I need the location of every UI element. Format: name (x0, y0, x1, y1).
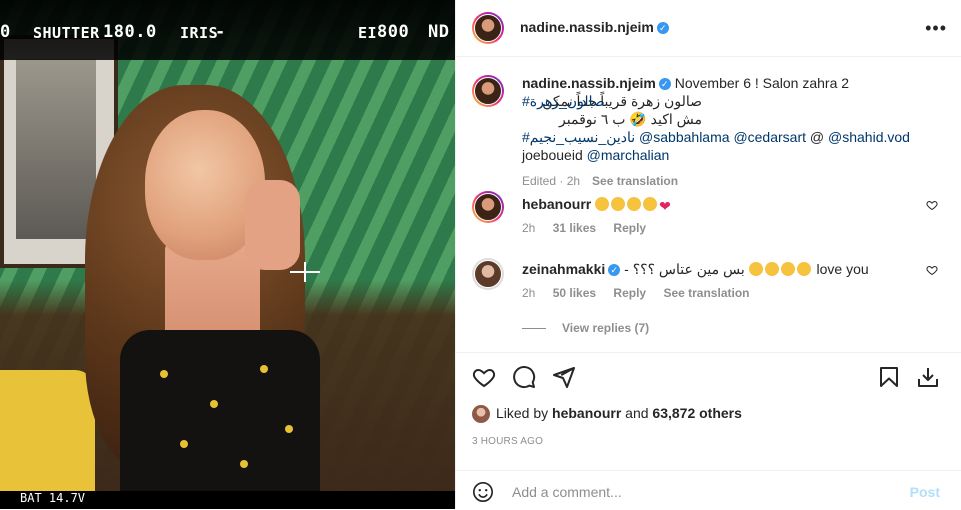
author-avatar[interactable] (472, 12, 504, 44)
hud-left-fragment: 0 (0, 22, 11, 42)
red-heart-emoji-icon: ❤ (659, 198, 671, 214)
hud-shutter-label: SHUTTER (33, 24, 100, 42)
mention-sabbahlama[interactable]: @sabbahlama (639, 129, 730, 145)
caption-lead: November 6 ! Salon zahra 2 (674, 75, 850, 91)
liker-avatar[interactable] (472, 405, 490, 424)
hud-iris-label: IRIS (180, 24, 219, 42)
caption-author-username[interactable]: nadine.nassib.njeim (522, 75, 656, 91)
floral-dress (120, 330, 320, 509)
comment-likes[interactable]: 50 likes (553, 286, 596, 300)
comment-arabic: بس مين عتاس ؟؟؟ - (624, 261, 745, 277)
comment-see-translation[interactable]: See translation (663, 286, 749, 300)
comment-time: 2h (522, 286, 536, 300)
author-username[interactable]: nadine.nassib.njeim (520, 19, 654, 35)
post-header: nadine.nassib.njeim ✓ ••• (456, 0, 961, 57)
caption-see-translation[interactable]: See translation (592, 174, 678, 188)
verified-icon: ✓ (656, 21, 669, 34)
laugh-emoji-icon (748, 262, 763, 276)
author-name-wrap: nadine.nassib.njeim ✓ (520, 19, 669, 37)
likes-summary: Liked by hebanourr and 63,872 others (472, 405, 742, 424)
caption-edited: Edited · 2h (522, 174, 581, 188)
mention-cedarsart[interactable]: @cedarsart (733, 129, 806, 145)
caption-author-avatar[interactable] (472, 75, 504, 107)
download-icon[interactable] (916, 365, 940, 389)
clap-emoji-icon (627, 197, 642, 211)
yellow-chair (0, 370, 95, 509)
mention-shahid[interactable]: @shahid.vod (828, 129, 910, 145)
clap-emoji-icon (611, 197, 626, 211)
verified-icon: ✓ (608, 264, 621, 277)
comment-like-heart-icon[interactable] (926, 199, 938, 211)
bookmark-icon[interactable] (877, 365, 901, 389)
comment-meta: 2h 31 likes Reply (522, 221, 660, 235)
comment-reply[interactable]: Reply (613, 286, 646, 300)
comment-reply[interactable]: Reply (613, 221, 646, 235)
heart-icon[interactable] (472, 365, 496, 389)
caption-plain-name: joeboueid (522, 147, 583, 163)
action-bar (456, 352, 961, 399)
caption-at: @ (809, 129, 825, 145)
liked-by-others[interactable]: 63,872 others (652, 405, 742, 421)
laugh-emoji-icon (780, 262, 795, 276)
caption-meta: Edited · 2h See translation (522, 172, 942, 190)
share-icon[interactable] (552, 365, 576, 389)
comment-text: hebanourr ❤ (522, 195, 922, 213)
comment-text: zeinahmakki ✓ بس مين عتاس ؟؟؟ - love you (522, 260, 922, 278)
hashtag-nadine[interactable]: #نادين_نسيب_نجيم (522, 129, 635, 145)
laugh-emoji-icon (764, 262, 779, 276)
hud-shutter-value: 180.0 (103, 22, 157, 42)
focus-crosshair (290, 262, 320, 282)
view-replies-link[interactable]: View replies (7) (522, 321, 649, 335)
comments-section: nadine.nassib.njeim ✓ November 6 ! Salon … (456, 57, 961, 352)
post-image[interactable]: 0 SHUTTER 180.0 IRIS - EI 800 ND BAT 14.… (0, 0, 455, 509)
liked-by-and: and (625, 405, 649, 421)
hud-ei-label: EI (358, 24, 378, 42)
more-icon[interactable]: ••• (925, 18, 947, 39)
woman-emoji-icon (643, 197, 658, 211)
post-side-panel: nadine.nassib.njeim ✓ ••• nadine.nassib.n… (455, 0, 961, 509)
add-comment-input[interactable]: Add a comment... (512, 484, 622, 500)
laugh-emoji-icon (796, 262, 811, 276)
post-comment-button[interactable]: Post (910, 484, 940, 500)
hud-bottom-text: BAT 14.7V (20, 491, 86, 505)
camera-hud: 0 SHUTTER 180.0 IRIS - EI 800 ND (0, 0, 455, 60)
mention-marchalian[interactable]: @marchalian (587, 147, 670, 163)
add-comment-bar: Add a comment... Post (456, 470, 961, 510)
commenter-avatar[interactable] (472, 191, 504, 223)
comment-likes[interactable]: 31 likes (553, 221, 596, 235)
caption: nadine.nassib.njeim ✓ November 6 ! Salon … (522, 74, 942, 190)
hashtag-salon-zahra[interactable]: #صالون_زهرة (522, 92, 605, 110)
clap-emoji-icon (595, 197, 610, 211)
hud-iris-value: - (215, 22, 226, 42)
hand-with-phone (245, 180, 300, 270)
post-timestamp[interactable]: 3 HOURS AGO (472, 436, 543, 447)
comment-end-text: love you (816, 261, 869, 277)
commenter-username[interactable]: hebanourr (522, 196, 591, 212)
verified-icon: ✓ (658, 78, 671, 91)
comment-icon[interactable] (512, 365, 536, 389)
comment-meta: 2h 50 likes Reply See translation (522, 286, 763, 300)
emoji-icon[interactable] (472, 481, 494, 503)
commenter-username[interactable]: zeinahmakki (522, 261, 605, 277)
commenter-avatar[interactable] (472, 258, 504, 290)
liked-by-prefix: Liked by (496, 405, 549, 421)
camera-bottom-bar: BAT 14.7V (0, 491, 455, 509)
liked-by-user[interactable]: hebanourr (552, 405, 621, 421)
comment-like-heart-icon[interactable] (926, 264, 938, 276)
comment-time: 2h (522, 221, 536, 235)
hud-nd-label: ND (428, 22, 450, 42)
hud-ei-value: 800 (377, 22, 410, 42)
